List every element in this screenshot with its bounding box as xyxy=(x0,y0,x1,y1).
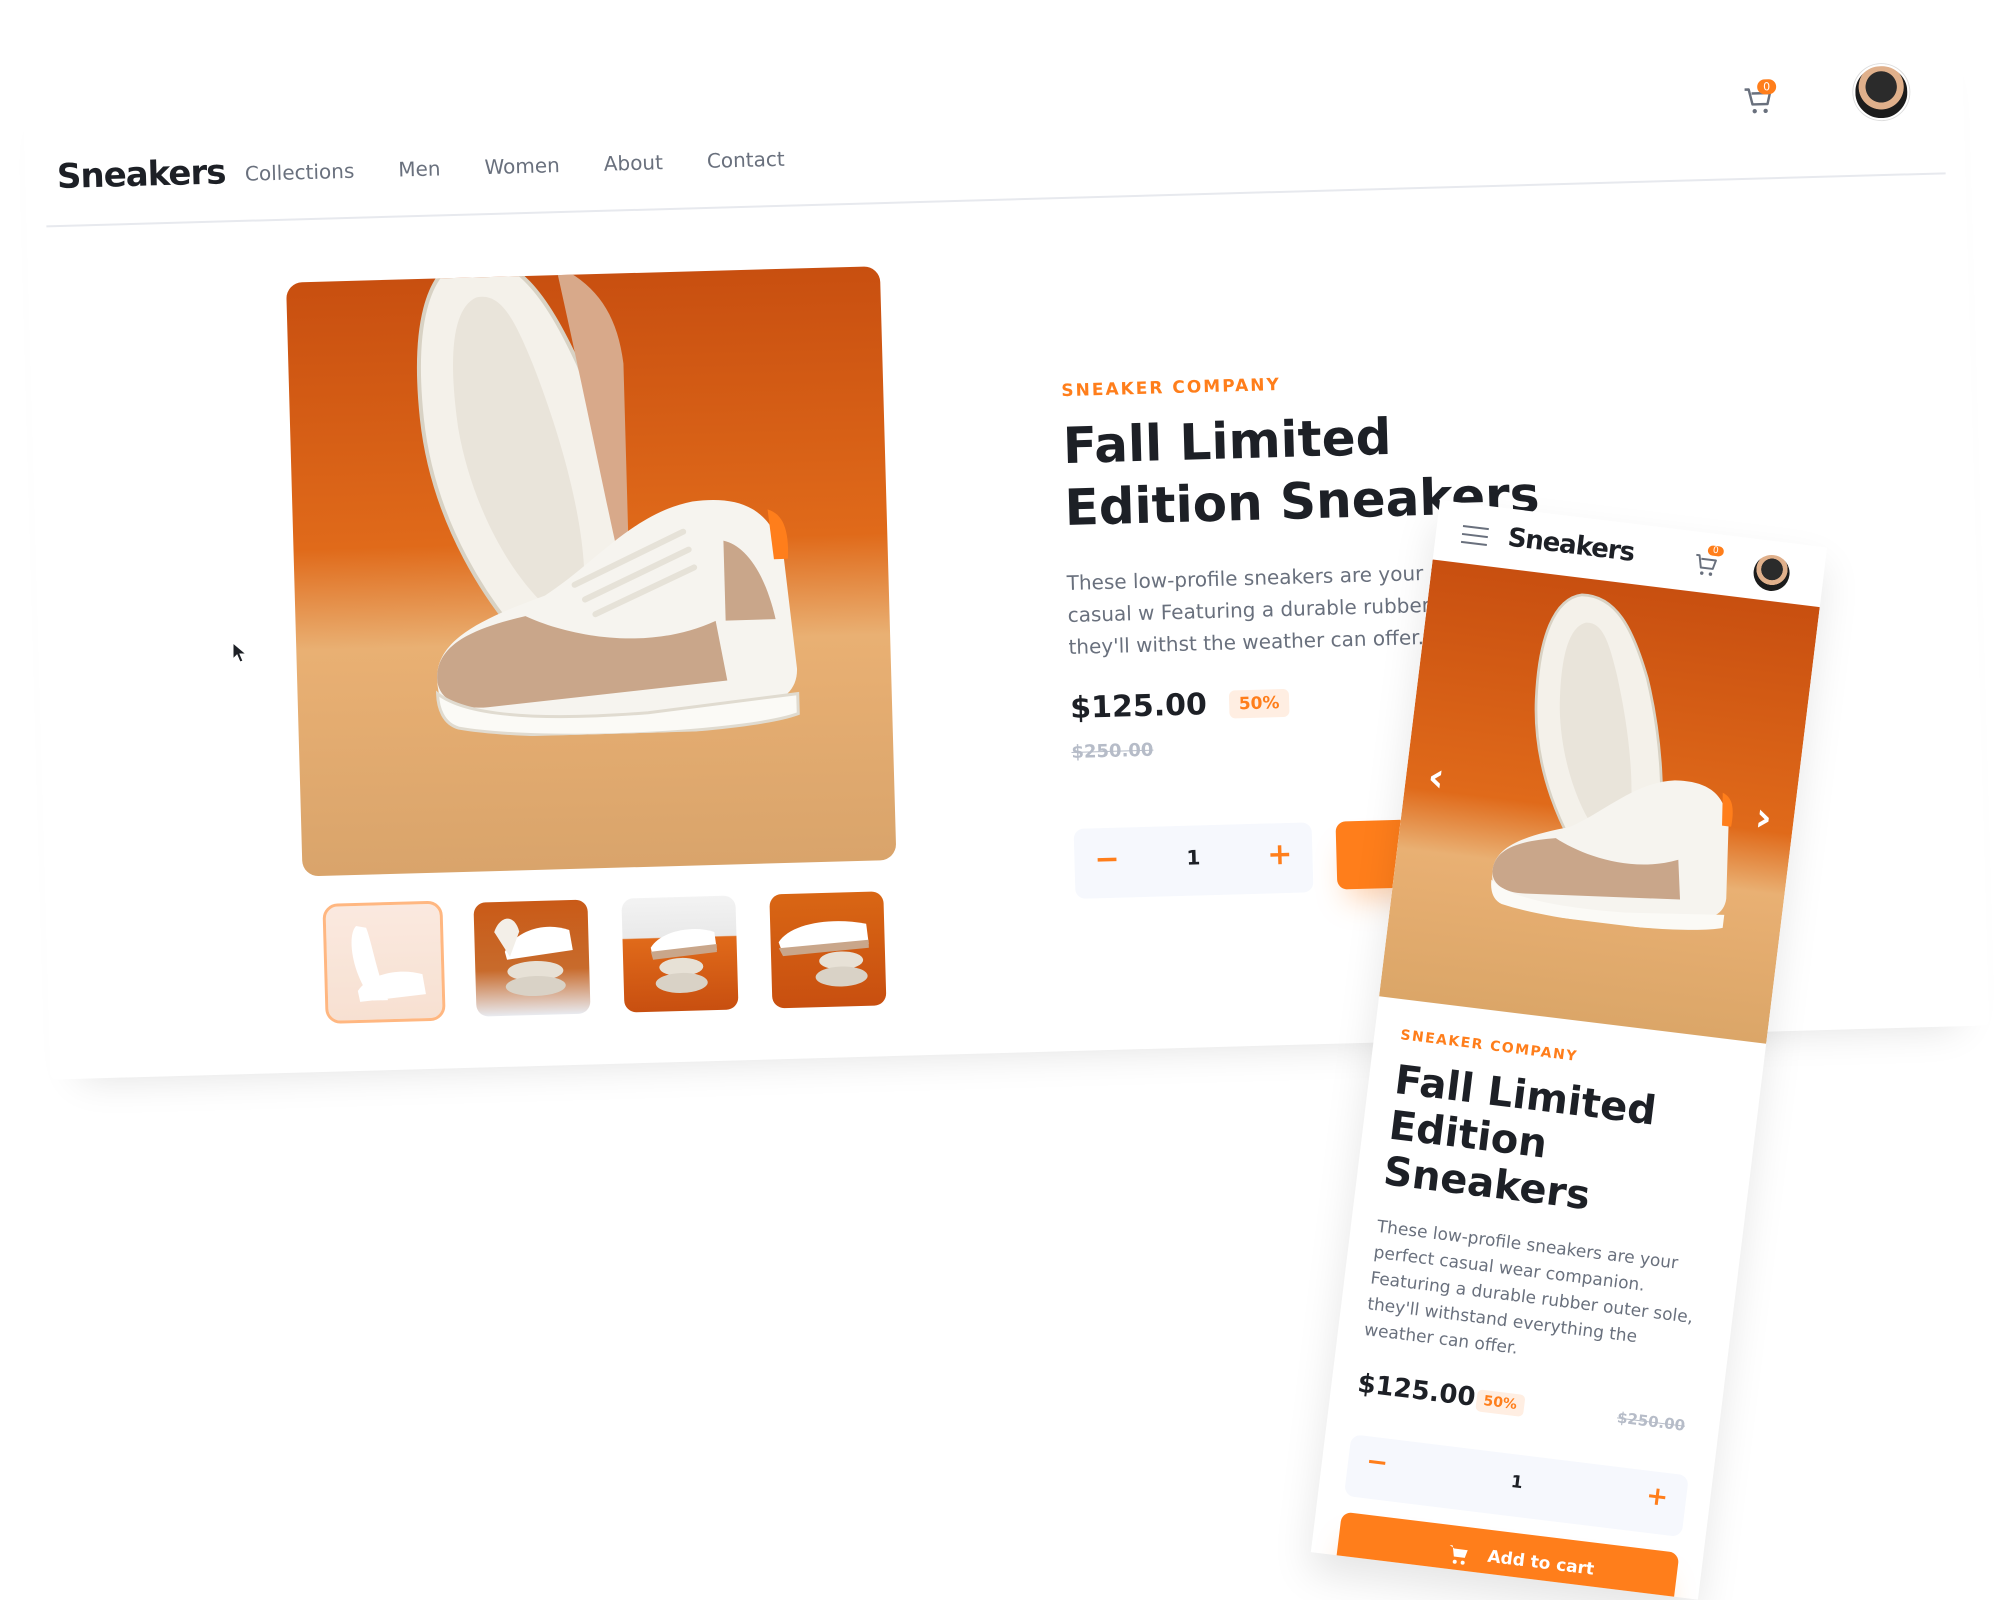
menu-icon[interactable] xyxy=(1460,525,1489,547)
nav-link-contact[interactable]: Contact xyxy=(707,147,785,173)
mobile-product-info: SNEAKER COMPANY Fall Limited Edition Sne… xyxy=(1334,1027,1739,1600)
mobile-site-logo[interactable]: Sneakers xyxy=(1506,523,1636,568)
quantity-stepper: − 1 + xyxy=(1073,822,1314,899)
mobile-original-price: $250.00 xyxy=(1616,1408,1687,1435)
company-label: SNEAKER COMPANY xyxy=(1061,374,1282,402)
thumbnail-1[interactable] xyxy=(322,900,446,1024)
nav-link-women[interactable]: Women xyxy=(484,153,560,179)
avatar[interactable] xyxy=(1852,63,1911,121)
top-navigation: Sneakers Collections Men Women About Con… xyxy=(43,63,1946,228)
mobile-current-price: $125.00 xyxy=(1355,1368,1478,1413)
thumbnail-shoe-image xyxy=(351,926,426,1002)
mobile-cart-count-badge: 0 xyxy=(1707,545,1725,557)
current-price: $125.00 xyxy=(1069,687,1208,726)
quantity-increase-button[interactable]: + xyxy=(1267,837,1293,873)
thumbnail-shoe-image xyxy=(778,921,869,987)
nav-link-about[interactable]: About xyxy=(603,150,663,176)
avatar[interactable] xyxy=(1751,552,1792,594)
thumbnail-4[interactable] xyxy=(769,891,887,1009)
site-logo[interactable]: Sneakers xyxy=(56,152,226,197)
mobile-product-title: Fall Limited Edition Sneakers xyxy=(1381,1057,1735,1235)
previous-image-button[interactable]: ‹ xyxy=(1414,754,1459,802)
mobile-product-description: These low-profile sneakers are your perf… xyxy=(1363,1216,1695,1359)
shoe-side-illustration xyxy=(1491,780,1733,930)
cart-icon xyxy=(1449,1544,1468,1565)
discount-badge: 50% xyxy=(1228,688,1290,719)
thumbnail-2[interactable] xyxy=(473,899,591,1017)
shoe-side-illustration xyxy=(435,500,800,737)
nav-link-men[interactable]: Men xyxy=(398,156,441,181)
thumbnail-3[interactable] xyxy=(621,895,739,1013)
mobile-cart-button[interactable]: 0 xyxy=(1692,545,1725,581)
next-image-button[interactable]: › xyxy=(1741,794,1786,842)
thumbnail-shoe-image xyxy=(650,929,717,993)
mobile-add-to-cart-label: Add to cart xyxy=(1486,1546,1596,1580)
thumbnail-shoe-image xyxy=(494,918,573,997)
mobile-product-image[interactable]: ‹ › xyxy=(1379,559,1820,1044)
nav-link-collections[interactable]: Collections xyxy=(245,159,355,186)
mouse-cursor-icon xyxy=(232,642,248,663)
mobile-quantity-increase-button[interactable]: + xyxy=(1645,1481,1670,1513)
cart-count-badge: 0 xyxy=(1756,79,1777,95)
mobile-discount-badge: 50% xyxy=(1475,1389,1526,1417)
nav-links: Collections Men Women About Contact xyxy=(245,147,785,186)
mobile-price-row: $125.00 50% $250.00 xyxy=(1355,1369,1697,1450)
cart-icon xyxy=(1696,553,1717,576)
cart-button[interactable]: 0 xyxy=(1743,79,1784,124)
mobile-quantity-value: 1 xyxy=(1509,1472,1524,1494)
product-main-image[interactable] xyxy=(286,266,897,877)
thumbnail-row xyxy=(322,891,887,1024)
